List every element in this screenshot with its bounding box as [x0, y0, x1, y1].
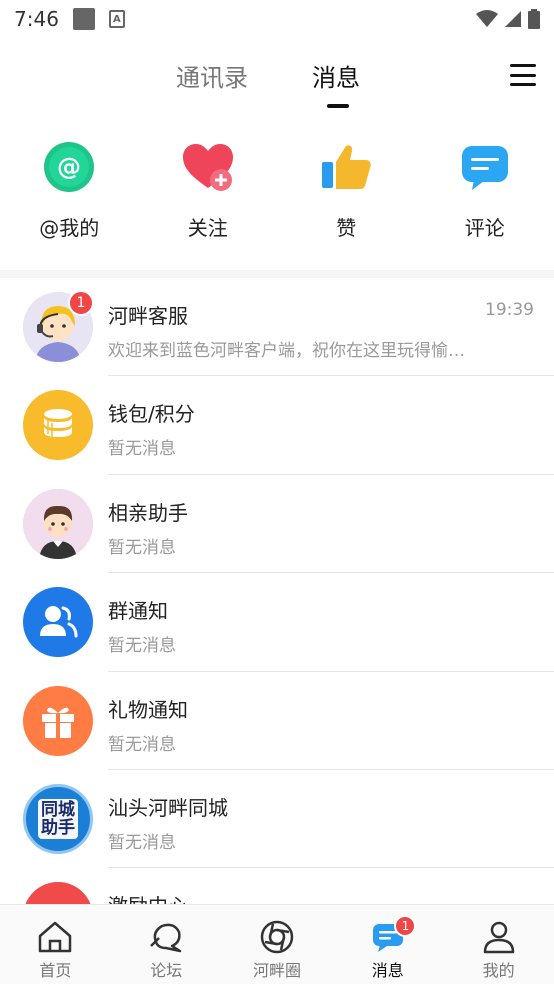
message-title: 激励中心	[108, 890, 188, 904]
user-icon	[479, 917, 519, 957]
nav-forum[interactable]: 论坛	[111, 905, 222, 984]
list-item[interactable]: 激励中心	[0, 868, 554, 904]
nav-messages[interactable]: 1 消息	[332, 905, 443, 984]
message-preview: 暂无消息	[108, 537, 176, 558]
battery-icon	[528, 9, 540, 29]
nav-unread-badge: 1	[394, 915, 417, 937]
notification-icon	[72, 8, 95, 30]
forum-icon	[146, 917, 186, 957]
nav-label: 河畔圈	[252, 961, 301, 980]
quick-action-at-me[interactable]: @ @我的	[0, 140, 139, 260]
menu-icon[interactable]	[510, 64, 536, 86]
nav-label: 首页	[39, 961, 72, 980]
tab-contacts[interactable]: 通讯录	[176, 58, 248, 93]
heart-plus-icon	[181, 140, 235, 194]
message-preview: 暂无消息	[108, 734, 176, 755]
status-bar: 7:46 A	[0, 0, 554, 38]
list-item[interactable]: 1 河畔客服 19:39 欢迎来到蓝色河畔客户端，祝你在这里玩得愉…	[0, 278, 554, 377]
wallet-icon	[23, 390, 93, 461]
at-icon: @	[42, 140, 96, 194]
gift-icon	[23, 685, 93, 756]
nav-home[interactable]: 首页	[0, 905, 111, 984]
list-item[interactable]: 群通知 暂无消息	[0, 573, 554, 672]
message-title: 汕头河畔同城	[108, 795, 228, 820]
dating-assistant-avatar	[23, 488, 93, 559]
message-preview: 暂无消息	[108, 832, 176, 853]
status-time: 7:46	[14, 7, 59, 31]
top-tab-bar: 通讯录 消息	[0, 50, 554, 116]
message-preview: 欢迎来到蓝色河畔客户端，祝你在这里玩得愉…	[108, 341, 465, 361]
nav-circle[interactable]: 河畔圈	[222, 905, 333, 984]
active-tab-indicator	[327, 104, 349, 108]
incentive-icon	[23, 882, 93, 904]
bottom-nav: 首页 论坛 河畔圈 1 消息 我的	[0, 904, 554, 984]
quick-action-label: 评论	[464, 216, 505, 240]
message-title: 钱包/积分	[108, 402, 195, 427]
nav-mine[interactable]: 我的	[443, 905, 554, 984]
message-time: 19:39	[485, 300, 534, 320]
city-assistant-avatar: 同城助手	[23, 783, 93, 854]
svg-text:@: @	[57, 153, 81, 181]
home-icon	[35, 917, 75, 957]
aperture-icon	[257, 917, 297, 957]
tab-messages[interactable]: 消息	[312, 58, 360, 93]
section-divider	[0, 270, 554, 278]
quick-action-follow[interactable]: 关注	[139, 140, 278, 260]
nav-label: 我的	[482, 961, 515, 980]
nav-label: 论坛	[150, 961, 183, 980]
message-preview: 暂无消息	[108, 636, 176, 657]
wifi-icon	[476, 10, 498, 27]
unread-badge: 1	[68, 290, 94, 316]
group-icon	[23, 587, 93, 658]
list-item[interactable]: 礼物通知 暂无消息	[0, 672, 554, 770]
quick-action-label: 关注	[187, 216, 228, 240]
message-title: 相亲助手	[108, 500, 188, 525]
quick-action-comments[interactable]: 评论	[416, 140, 554, 260]
nav-label: 消息	[371, 961, 404, 980]
message-list: 1 河畔客服 19:39 欢迎来到蓝色河畔客户端，祝你在这里玩得愉… 钱包/积分…	[0, 278, 554, 904]
quick-action-label: 赞	[336, 216, 357, 240]
quick-action-label: @我的	[39, 216, 100, 240]
keyboard-icon: A	[108, 10, 125, 28]
message-title: 河畔客服	[108, 304, 188, 328]
quick-action-likes[interactable]: 赞	[277, 140, 416, 260]
signal-icon	[505, 11, 521, 27]
message-preview: 暂无消息	[108, 439, 176, 460]
quick-actions: @ @我的 关注 赞 评论	[0, 140, 554, 260]
message-title: 群通知	[108, 599, 168, 624]
comment-icon	[458, 140, 512, 194]
message-title: 礼物通知	[108, 697, 188, 722]
list-item[interactable]: 钱包/积分 暂无消息	[0, 376, 554, 475]
city-assistant-avatar-text: 同城助手	[38, 798, 78, 839]
list-item[interactable]: 同城助手 汕头河畔同城 暂无消息	[0, 770, 554, 869]
list-item[interactable]: 相亲助手 暂无消息	[0, 475, 554, 574]
thumbs-up-icon	[319, 140, 373, 194]
